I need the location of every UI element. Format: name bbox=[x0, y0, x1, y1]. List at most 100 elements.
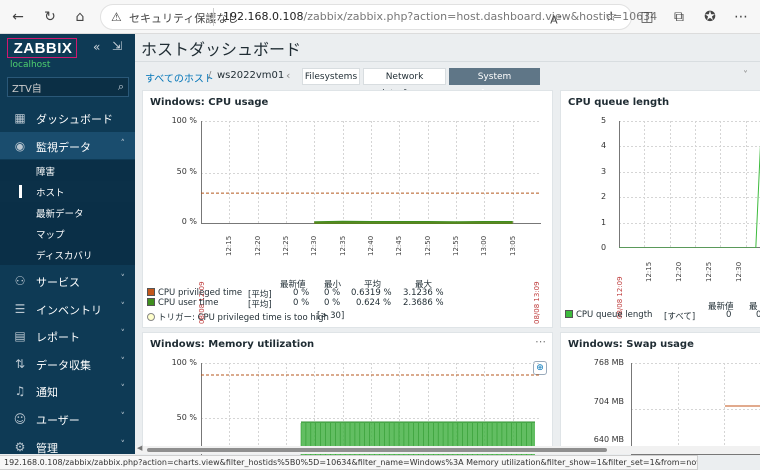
legend-trigger: トリガー: CPU privileged time is too high bbox=[147, 311, 329, 323]
more-menu-icon[interactable]: ⋯ bbox=[535, 335, 546, 348]
search-icon[interactable]: ⌕ bbox=[118, 80, 124, 94]
widget-cpu-usage: Windows: CPU usage 100 % 50 % 0 % 08/08 … bbox=[142, 90, 553, 328]
services-icon: ⚇ bbox=[14, 274, 26, 288]
nav-data-collection[interactable]: ⇅ データ収集 ˅ bbox=[0, 350, 135, 377]
trigger-icon bbox=[147, 313, 155, 321]
read-aloud-icon[interactable]: A» bbox=[546, 7, 566, 27]
x-tick-label: 12:20 bbox=[253, 235, 262, 256]
reload-icon[interactable]: ↻ bbox=[40, 7, 60, 27]
tab-network-interfaces[interactable]: Network interfaces bbox=[363, 68, 446, 99]
user-icon: ☺ bbox=[13, 412, 27, 426]
y-tick-label: 100 % bbox=[171, 358, 197, 367]
cpu-queue-chart bbox=[619, 121, 760, 248]
legend-min: 0 % bbox=[324, 298, 341, 308]
page-prev-icon[interactable]: ‹ bbox=[286, 69, 290, 82]
nav-services[interactable]: ⚇ サービス ˅ bbox=[0, 267, 135, 294]
sidebar-search: ⌕ bbox=[7, 77, 129, 97]
reports-icon: ▤ bbox=[14, 329, 26, 343]
x-tick-label: 12:45 bbox=[395, 235, 404, 256]
x-tick-label: 12:20 bbox=[675, 261, 683, 282]
zabbix-logo[interactable]: ZABBIX bbox=[7, 38, 77, 58]
collections-icon[interactable]: ⧉ bbox=[669, 7, 689, 27]
security-status[interactable]: セキュリティ保護なし bbox=[129, 10, 238, 26]
nav-inventory[interactable]: ☰ インベントリ ˅ bbox=[0, 295, 135, 322]
chevron-down-icon[interactable]: ˅ bbox=[743, 70, 748, 81]
x-tick-label: 12:35 bbox=[338, 235, 347, 256]
extensions-icon[interactable]: ✪ bbox=[700, 7, 720, 27]
legend-last: 0 bbox=[726, 310, 732, 320]
legend-swatch bbox=[147, 298, 155, 306]
nav-monitoring[interactable]: ◉ 監視データ ˄ bbox=[0, 132, 135, 159]
subnav-latest-data[interactable]: 最新データ bbox=[0, 202, 135, 223]
y-tick-label: 50 % bbox=[176, 413, 197, 422]
kiosk-mode-icon[interactable]: ⇲ bbox=[112, 39, 122, 53]
subnav-discovery[interactable]: ディスカバリ bbox=[0, 244, 135, 265]
chevron-down-icon: ˅ bbox=[120, 357, 126, 367]
nav-alerts[interactable]: ♫ 通知 ˅ bbox=[0, 377, 135, 404]
chevron-down-icon: ˅ bbox=[120, 274, 126, 284]
x-tick-label: 13:00 bbox=[480, 235, 489, 256]
x-tick-label: 12:30 bbox=[310, 235, 319, 256]
y-tick-label: 768 MB bbox=[593, 358, 624, 367]
nav-dashboard[interactable]: ▦ ダッシュボード bbox=[0, 104, 135, 131]
scrollbar-thumb[interactable] bbox=[147, 448, 607, 452]
subnav-label: ホスト bbox=[36, 188, 65, 199]
y-tick-label: 4 bbox=[601, 141, 607, 151]
header-divider bbox=[135, 61, 760, 62]
nav-users[interactable]: ☺ ユーザー ˅ bbox=[0, 405, 135, 432]
subnav-label: 障害 bbox=[36, 167, 56, 178]
cpu-usage-chart bbox=[201, 121, 541, 224]
y-tick-label: 5 bbox=[601, 116, 607, 125]
breadcrumb-all-hosts[interactable]: すべてのホスト bbox=[145, 70, 214, 85]
horizontal-scrollbar[interactable]: ◀ bbox=[135, 444, 760, 454]
search-input[interactable] bbox=[12, 79, 108, 95]
browser-toolbar: ← ↻ ⌂ ⚠ セキュリティ保護なし 192.168.0.108/zabbix/… bbox=[0, 0, 760, 34]
back-icon[interactable]: ← bbox=[8, 7, 28, 27]
nav-label: レポート bbox=[36, 331, 80, 344]
warning-icon[interactable]: ⚠ bbox=[111, 10, 122, 24]
subnav-label: 最新データ bbox=[36, 209, 84, 220]
widget-title: Windows: CPU usage bbox=[150, 97, 269, 108]
legend-swatch bbox=[147, 288, 155, 296]
legend-min: 0 % bbox=[324, 288, 341, 298]
legend-series-privileged: CPU privileged time bbox=[147, 288, 242, 298]
collapse-sidebar-icon[interactable]: « bbox=[93, 40, 100, 54]
chevron-down-icon: ˅ bbox=[120, 329, 126, 339]
chevron-down-icon: ˅ bbox=[120, 440, 126, 450]
subnav-label: ディスカバリ bbox=[36, 251, 93, 262]
widget-title: Windows: Swap usage bbox=[568, 339, 694, 350]
breadcrumb-host: ws2022vm01 bbox=[217, 70, 285, 81]
monitoring-icon: ◉ bbox=[14, 139, 26, 153]
nav-label: データ収集 bbox=[36, 359, 91, 372]
favorite-star-icon[interactable]: ☆ bbox=[601, 7, 621, 27]
split-screen-icon[interactable]: ◫ bbox=[637, 7, 657, 27]
x-tick-label: 12:50 bbox=[423, 235, 432, 256]
page-title: ホストダッシュボード bbox=[141, 40, 302, 59]
subnav-problems[interactable]: 障害 bbox=[0, 160, 135, 181]
main-content: ホストダッシュボード すべてのホスト / ws2022vm01 ‹ Filesy… bbox=[135, 34, 760, 455]
tab-filesystems[interactable]: Filesystems bbox=[302, 68, 360, 85]
nav-reports[interactable]: ▤ レポート ˅ bbox=[0, 322, 135, 349]
legend-last: 0 % bbox=[293, 298, 310, 308]
tab-system-performance[interactable]: System performance bbox=[449, 68, 540, 99]
x-tick-label: 13:05 bbox=[508, 235, 517, 256]
more-menu-icon[interactable]: ⋯ bbox=[731, 7, 751, 27]
legend-series-queue: CPU queue length bbox=[565, 310, 652, 320]
legend-func: [すべて] bbox=[664, 312, 696, 322]
memory-chart bbox=[201, 363, 541, 455]
legend-last: 0 % bbox=[293, 288, 310, 298]
subnav-hosts[interactable]: ホスト bbox=[0, 181, 135, 202]
x-tick-label: 12:30 bbox=[735, 261, 743, 282]
x-tick-label: 12:15 bbox=[645, 261, 653, 282]
series-line-1 bbox=[314, 220, 513, 223]
subnav-maps[interactable]: マップ bbox=[0, 223, 135, 244]
url-text[interactable]: 192.168.0.108/zabbix/zabbix.php?action=h… bbox=[223, 10, 657, 23]
home-icon[interactable]: ⌂ bbox=[70, 7, 90, 27]
y-tick-label: 2 bbox=[601, 192, 607, 202]
nav-label: 通知 bbox=[36, 386, 58, 399]
y-tick-label: 100 % bbox=[171, 116, 197, 125]
x-tick-label: 08/08 13:09 bbox=[533, 281, 541, 324]
scroll-left-icon[interactable]: ◀ bbox=[137, 444, 142, 452]
address-divider bbox=[213, 8, 214, 26]
chevron-down-icon: ˅ bbox=[120, 302, 126, 312]
